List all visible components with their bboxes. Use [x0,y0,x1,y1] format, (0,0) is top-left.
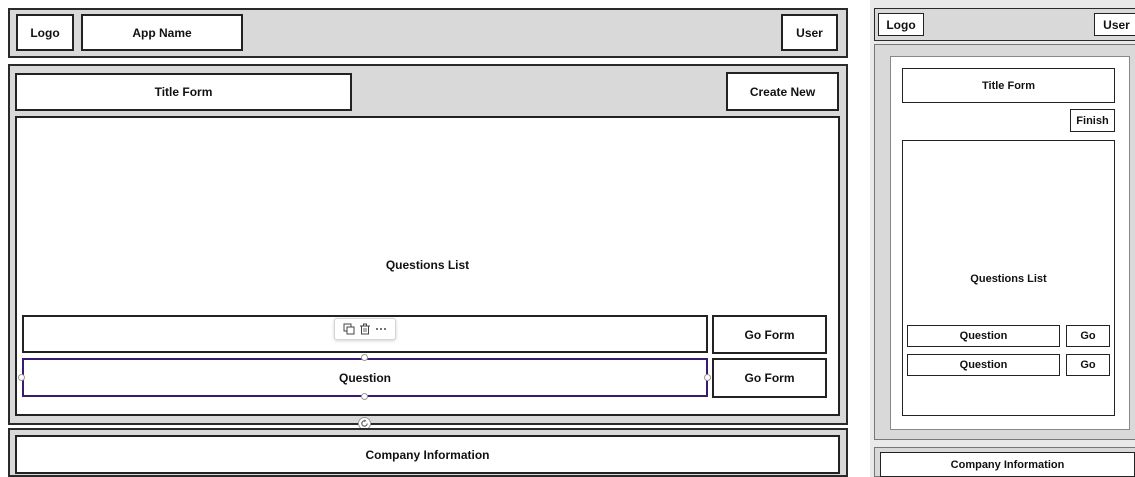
mobile-title-form[interactable]: Title Form [902,68,1115,103]
element-toolbar [334,318,396,340]
mobile-question-row-2[interactable]: Question [907,354,1060,376]
mobile-user-button[interactable]: User [1094,13,1135,36]
more-icon[interactable] [374,322,388,336]
desktop-title-form[interactable]: Title Form [15,73,352,111]
desktop-company-info: Company Information [15,435,840,474]
mobile-logo[interactable]: Logo [878,13,924,36]
mobile-company-info: Company Information [880,452,1135,477]
create-new-button[interactable]: Create New [726,72,839,111]
mobile-question-row-1[interactable]: Question [907,325,1060,347]
desktop-logo[interactable]: Logo [16,14,74,51]
resize-handle-left[interactable] [18,374,25,381]
mobile-questions-list-label: Questions List [970,273,1047,285]
mobile-go-button-2[interactable]: Go [1066,354,1110,376]
resize-handle-right[interactable] [704,374,711,381]
copy-icon[interactable] [342,322,356,336]
desktop-questions-list-label: Questions List [385,258,470,272]
desktop-app-name: App Name [81,14,243,51]
desktop-go-form-button-1[interactable]: Go Form [712,315,827,354]
desktop-question-row-2[interactable]: Question [22,358,708,397]
mobile-go-button-1[interactable]: Go [1066,325,1110,347]
finish-button[interactable]: Finish [1070,109,1115,132]
resize-handle-top[interactable] [361,354,368,361]
trash-icon[interactable] [358,322,372,336]
resize-handle-bottom[interactable] [361,393,368,400]
desktop-user-button[interactable]: User [781,14,838,51]
desktop-go-form-button-2[interactable]: Go Form [712,358,827,398]
